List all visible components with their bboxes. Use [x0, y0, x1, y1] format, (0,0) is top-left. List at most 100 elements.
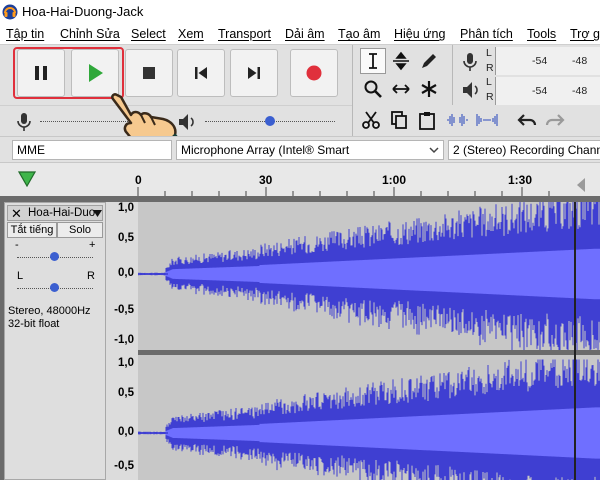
- record-meter-left-label: L: [486, 47, 492, 59]
- timeline-options-triangle-icon[interactable]: [18, 171, 36, 187]
- amplitude-label: -0,5: [114, 460, 134, 472]
- track-format-info: Stereo, 48000Hz: [8, 305, 91, 317]
- clipboard-icon: [419, 112, 435, 130]
- waveform-right-channel-svg: [137, 359, 600, 483]
- mute-button[interactable]: Tắt tiếng: [7, 222, 57, 238]
- pencil-icon: [422, 54, 436, 68]
- amplitude-label: 0,5: [118, 232, 134, 244]
- asterisk-icon: [421, 81, 437, 97]
- audacity-app-icon: [2, 4, 18, 20]
- toolbar-separator: [352, 45, 353, 137]
- menu-help[interactable]: Trợ g: [570, 27, 600, 41]
- recording-device-select[interactable]: Microphone Array (Intel® Smart: [176, 140, 444, 160]
- menu-generate[interactable]: Tạo âm: [338, 27, 380, 41]
- waveform-left-channel-svg: [137, 201, 600, 354]
- track-menu-triangle-icon[interactable]: [93, 210, 102, 217]
- audio-host-select[interactable]: MME: [12, 140, 172, 160]
- recording-device-value: Microphone Array (Intel® Smart: [181, 143, 350, 157]
- waveform-right-channel[interactable]: [137, 355, 600, 483]
- track-control-panel[interactable]: ✕ Hoa-Hai-Duo Tắt tiếng Solo - + L R Ste…: [4, 202, 106, 480]
- skip-to-end-button[interactable]: [230, 49, 278, 97]
- window-title: Hoa-Hai-Duong-Jack: [22, 4, 144, 19]
- waveform-left-channel[interactable]: [137, 201, 600, 354]
- gain-slider[interactable]: [50, 252, 59, 261]
- pan-left-label: L: [17, 270, 24, 282]
- timeline-ruler[interactable]: 0 30 1:00 1:30: [0, 162, 600, 197]
- record-icon: [306, 65, 322, 81]
- pan-slider[interactable]: [50, 283, 59, 292]
- menu-view[interactable]: Xem: [178, 27, 204, 41]
- chevron-down-icon: [429, 147, 439, 154]
- playback-cursor: [574, 202, 576, 480]
- menu-file[interactable]: Tập tin: [6, 27, 44, 41]
- menu-tracks[interactable]: Dải âm: [285, 27, 325, 41]
- playback-meter-speaker-icon[interactable]: [460, 79, 482, 101]
- amplitude-label: -1,0: [114, 334, 134, 346]
- amplitude-label: 0,5: [118, 387, 134, 399]
- copy-icon: [391, 111, 407, 129]
- record-meter-right-label: R: [486, 62, 494, 74]
- scissors-icon: [362, 111, 380, 129]
- i-beam-icon: [369, 53, 377, 69]
- recording-channels-select[interactable]: 2 (Stereo) Recording Chann: [448, 140, 600, 160]
- stop-icon: [143, 67, 155, 79]
- menu-bar: Tập tin Chỉnh Sửa Select Xem Transport D…: [0, 24, 600, 44]
- multi-tool-button[interactable]: [416, 76, 442, 102]
- menu-edit[interactable]: Chỉnh Sửa: [60, 27, 120, 41]
- time-shift-tool-button[interactable]: [388, 76, 414, 102]
- trim-icon: [447, 114, 468, 126]
- envelope-icon: [393, 51, 409, 71]
- paste-button[interactable]: [414, 107, 440, 133]
- undo-icon: [517, 114, 537, 126]
- amplitude-label: 1,0: [118, 202, 134, 214]
- record-meter-mic-icon[interactable]: [460, 51, 480, 73]
- cut-button[interactable]: [358, 107, 384, 133]
- menu-transport[interactable]: Transport: [218, 27, 271, 41]
- skip-end-icon: [248, 67, 260, 79]
- zoom-tool-button[interactable]: [360, 76, 386, 102]
- playback-meter-tick-54: -54: [532, 85, 548, 97]
- gain-minus-label: -: [15, 239, 19, 251]
- amplitude-label: 1,0: [118, 357, 134, 369]
- skip-start-icon: [195, 67, 207, 79]
- double-arrow-icon: [392, 84, 410, 94]
- track-header: ✕ Hoa-Hai-Duo: [7, 205, 103, 221]
- selection-tool-button[interactable]: [360, 48, 386, 74]
- menu-effects[interactable]: Hiệu ứng: [394, 27, 445, 41]
- redo-button[interactable]: [542, 107, 568, 133]
- menu-analyze[interactable]: Phân tích: [460, 27, 513, 41]
- amplitude-label: 0,0: [118, 426, 134, 438]
- play-head-marker-icon[interactable]: [576, 177, 586, 193]
- timeline-tick-label: 1:00: [382, 173, 407, 187]
- magnifier-icon: [364, 80, 382, 98]
- menu-select[interactable]: Select: [131, 27, 166, 41]
- track-bit-depth-info: 32-bit float: [8, 318, 60, 330]
- pan-right-label: R: [87, 270, 95, 282]
- track-name-menu[interactable]: Hoa-Hai-Duo: [28, 207, 95, 219]
- record-meter-tick-48: -48: [572, 55, 588, 67]
- playback-meter-left-label: L: [486, 76, 492, 88]
- redo-icon: [545, 114, 565, 126]
- menu-tools[interactable]: Tools: [527, 27, 556, 41]
- undo-button[interactable]: [514, 107, 540, 133]
- draw-tool-button[interactable]: [416, 48, 442, 74]
- solo-button[interactable]: Solo: [57, 222, 103, 238]
- silence-audio-button[interactable]: [474, 107, 500, 133]
- amplitude-ruler: 1,0 0,5 0,0 -0,5 -1,0 1,0 0,5 0,0 -0,5: [106, 202, 138, 480]
- trim-audio-button[interactable]: [444, 107, 470, 133]
- microphone-icon: [17, 113, 31, 131]
- copy-button[interactable]: [386, 107, 412, 133]
- close-track-icon[interactable]: ✕: [11, 206, 22, 222]
- amplitude-label: 0,0: [118, 267, 134, 279]
- timeline-tick-label: 30: [259, 173, 273, 187]
- gain-plus-label: +: [89, 239, 96, 251]
- playback-meter-right-label: R: [486, 91, 494, 103]
- speaker-volume-slider[interactable]: [265, 116, 275, 126]
- record-meter-tick-54: -54: [532, 55, 548, 67]
- silence-icon: [476, 114, 498, 126]
- timeline-tick-strip: 0 30 1:00 1:30: [106, 163, 600, 197]
- record-button[interactable]: [290, 49, 338, 97]
- device-toolbar: MME Microphone Array (Intel® Smart 2 (St…: [0, 136, 600, 163]
- timeline-tick-label: 0: [135, 173, 142, 187]
- envelope-tool-button[interactable]: [388, 48, 414, 74]
